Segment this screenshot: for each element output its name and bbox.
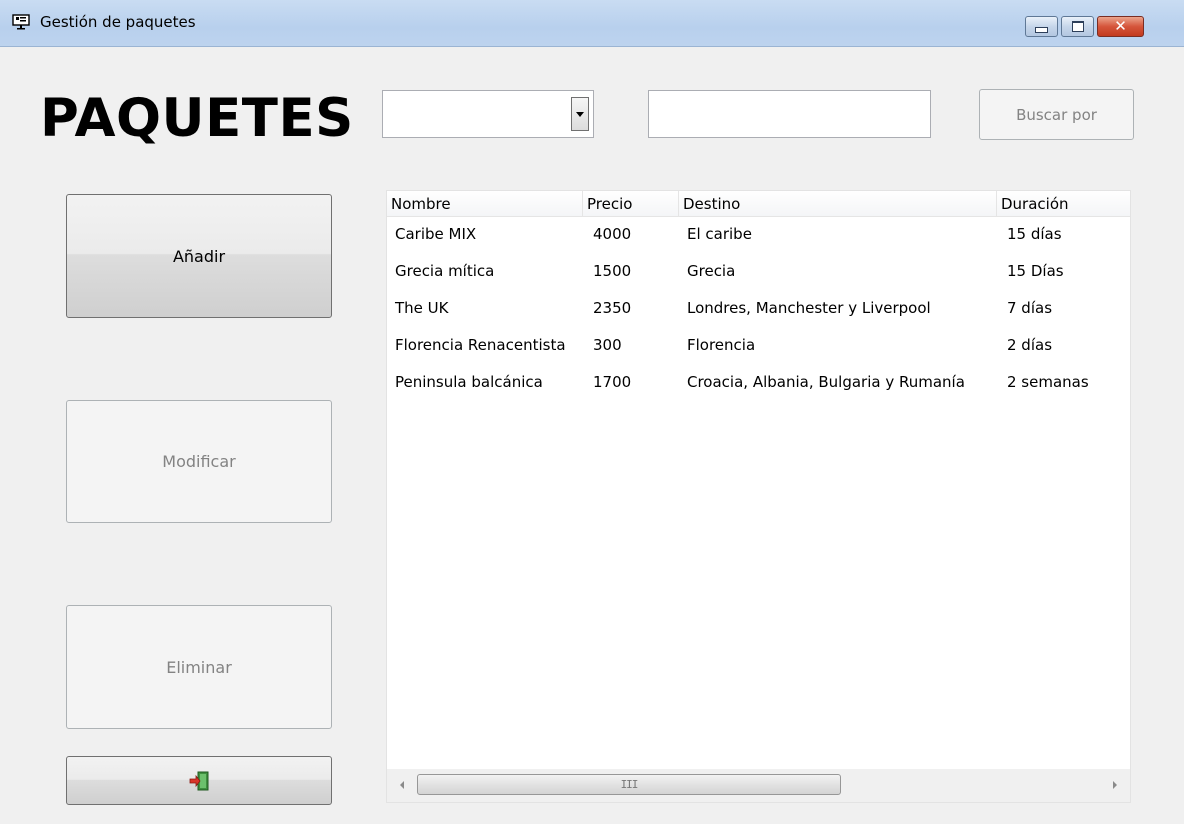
horizontal-scrollbar[interactable]: III bbox=[387, 769, 1130, 802]
cell-duracion: 2 semanas bbox=[1007, 373, 1089, 391]
scroll-right-button[interactable] bbox=[1108, 777, 1122, 793]
cell-nombre: Florencia Renacentista bbox=[395, 336, 566, 354]
packages-list[interactable]: Nombre Precio Destino Duración Caribe MI… bbox=[386, 190, 1131, 803]
cell-precio: 2350 bbox=[593, 299, 632, 317]
cell-destino: Londres, Manchester y Liverpool bbox=[687, 299, 931, 317]
add-button[interactable]: Añadir bbox=[66, 194, 332, 318]
cell-duracion: 7 días bbox=[1007, 299, 1053, 317]
list-item[interactable]: The UK 2350 Londres, Manchester y Liverp… bbox=[387, 295, 1130, 332]
cell-duracion: 2 días bbox=[1007, 336, 1053, 354]
scrollbar-thumb[interactable]: III bbox=[417, 774, 841, 795]
column-header-duracion[interactable]: Duración bbox=[997, 191, 1125, 216]
list-item[interactable]: Grecia mítica 1500 Grecia 15 Días bbox=[387, 258, 1130, 295]
search-field-dropdown[interactable] bbox=[382, 90, 594, 138]
cell-precio: 1700 bbox=[593, 373, 632, 391]
modify-button[interactable]: Modificar bbox=[66, 400, 332, 523]
cell-destino: Florencia bbox=[687, 336, 756, 354]
dropdown-button[interactable] bbox=[571, 97, 589, 131]
list-item[interactable]: Florencia Renacentista 300 Florencia 2 d… bbox=[387, 332, 1130, 369]
list-header: Nombre Precio Destino Duración bbox=[387, 191, 1130, 217]
cell-precio: 4000 bbox=[593, 225, 632, 243]
cell-destino: El caribe bbox=[687, 225, 752, 243]
column-header-nombre[interactable]: Nombre bbox=[387, 191, 583, 216]
close-button[interactable]: ✕ bbox=[1097, 16, 1144, 37]
cell-precio: 1500 bbox=[593, 262, 632, 280]
list-rows: Caribe MIX 4000 El caribe 15 días Grecia… bbox=[387, 221, 1130, 406]
exit-button[interactable] bbox=[66, 756, 332, 805]
column-header-destino[interactable]: Destino bbox=[679, 191, 997, 216]
grip-icon: III bbox=[620, 778, 639, 791]
window-title: Gestión de paquetes bbox=[40, 13, 196, 31]
cell-nombre: Peninsula balcánica bbox=[395, 373, 543, 391]
arrow-left-icon bbox=[400, 781, 404, 789]
arrow-right-icon bbox=[1113, 781, 1117, 789]
cell-destino: Grecia bbox=[687, 262, 736, 280]
exit-door-icon bbox=[189, 771, 209, 790]
cell-destino: Croacia, Albania, Bulgaria y Rumanía bbox=[687, 373, 965, 391]
cell-precio: 300 bbox=[593, 336, 622, 354]
page-title: PAQUETES bbox=[40, 88, 354, 149]
app-icon bbox=[12, 14, 30, 30]
cell-duracion: 15 Días bbox=[1007, 262, 1064, 280]
close-icon: ✕ bbox=[1114, 17, 1127, 35]
cell-nombre: Caribe MIX bbox=[395, 225, 477, 243]
minimize-icon bbox=[1035, 26, 1048, 33]
search-button[interactable]: Buscar por bbox=[979, 89, 1134, 140]
column-header-precio[interactable]: Precio bbox=[583, 191, 679, 216]
cell-nombre: Grecia mítica bbox=[395, 262, 495, 280]
search-input[interactable] bbox=[648, 90, 931, 138]
maximize-button[interactable] bbox=[1061, 16, 1094, 37]
list-item[interactable]: Peninsula balcánica 1700 Croacia, Albani… bbox=[387, 369, 1130, 406]
maximize-icon bbox=[1071, 21, 1084, 32]
scroll-left-button[interactable] bbox=[395, 777, 409, 793]
minimize-button[interactable] bbox=[1025, 16, 1058, 37]
title-bar[interactable]: Gestión de paquetes ✕ bbox=[0, 0, 1184, 47]
cell-nombre: The UK bbox=[395, 299, 449, 317]
delete-button[interactable]: Eliminar bbox=[66, 605, 332, 729]
cell-duracion: 15 días bbox=[1007, 225, 1062, 243]
chevron-down-icon bbox=[576, 111, 584, 117]
list-item[interactable]: Caribe MIX 4000 El caribe 15 días bbox=[387, 221, 1130, 258]
